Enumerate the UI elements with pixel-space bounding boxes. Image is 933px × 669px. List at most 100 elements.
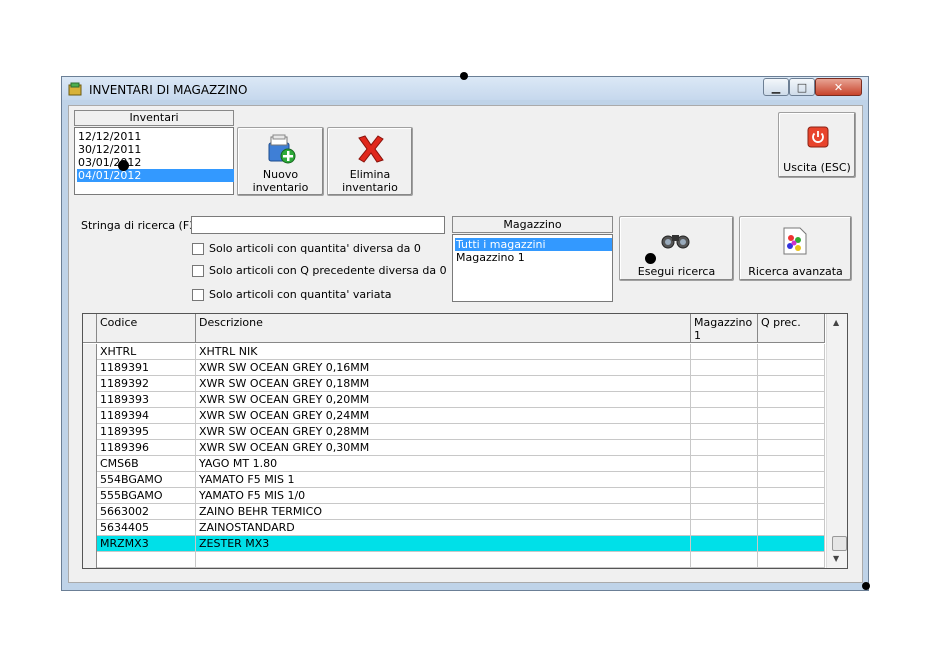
cell-magazzino1[interactable] (691, 424, 758, 440)
cell-descrizione[interactable]: XWR SW OCEAN GREY 0,24MM (196, 408, 691, 424)
table-row[interactable]: 1189394 XWR SW OCEAN GREY 0,24MM (83, 408, 825, 424)
cell-descrizione[interactable]: YAGO MT 1.80 (196, 456, 691, 472)
table-row[interactable]: 1189396 XWR SW OCEAN GREY 0,30MM (83, 440, 825, 456)
inventari-item[interactable]: 03/01/2012 (77, 156, 234, 169)
magazzino-header: Magazzino (452, 216, 613, 233)
cell-codice[interactable]: 1189391 (97, 360, 196, 376)
column-header-descrizione[interactable]: Descrizione (196, 314, 691, 343)
cell-codice[interactable]: MRZMX3 (97, 536, 196, 552)
cell-descrizione[interactable]: XHTRL NIK (196, 344, 691, 360)
cell-descrizione[interactable]: ZAINOSTANDARD (196, 520, 691, 536)
magazzino-item[interactable]: Magazzino 1 (455, 251, 612, 264)
elimina-inventario-button[interactable]: Elimina inventario (327, 127, 413, 196)
cell-q-prec[interactable] (758, 408, 825, 424)
table-row[interactable]: 1189395 XWR SW OCEAN GREY 0,28MM (83, 424, 825, 440)
cell-magazzino1[interactable] (691, 392, 758, 408)
cell-q-prec[interactable] (758, 536, 825, 552)
nuovo-inventario-button[interactable]: Nuovo inventario (237, 127, 324, 196)
cell-codice[interactable]: 1189393 (97, 392, 196, 408)
cell-magazzino1[interactable] (691, 456, 758, 472)
cell-magazzino1[interactable] (691, 376, 758, 392)
scroll-down-arrow[interactable]: ▼ (833, 554, 839, 563)
cell-magazzino1[interactable] (691, 344, 758, 360)
table-row-selected[interactable]: MRZMX3 ZESTER MX3 (83, 536, 825, 552)
cell-q-prec[interactable] (758, 456, 825, 472)
cell-magazzino1[interactable] (691, 408, 758, 424)
table-row[interactable]: 1189392 XWR SW OCEAN GREY 0,18MM (83, 376, 825, 392)
table-row[interactable]: 1189393 XWR SW OCEAN GREY 0,20MM (83, 392, 825, 408)
cell-magazzino1[interactable] (691, 504, 758, 520)
cell-codice[interactable]: 5634405 (97, 520, 196, 536)
cell-codice[interactable]: 554BGAMO (97, 472, 196, 488)
checkbox-q-precedente[interactable] (192, 265, 204, 277)
cell-magazzino1[interactable] (691, 360, 758, 376)
cell-codice[interactable]: 1189396 (97, 440, 196, 456)
column-header-codice[interactable]: Codice (97, 314, 196, 343)
search-input[interactable] (191, 216, 445, 234)
maximize-button[interactable]: □ (789, 78, 815, 96)
close-button[interactable]: ✕ (815, 78, 862, 96)
table-row[interactable]: CMS6B YAGO MT 1.80 (83, 456, 825, 472)
cell-q-prec[interactable] (758, 392, 825, 408)
cell-codice[interactable]: 1189395 (97, 424, 196, 440)
checkbox-quantita-diversa[interactable] (192, 243, 204, 255)
esegui-ricerca-button[interactable]: Esegui ricerca (619, 216, 734, 281)
cell-codice[interactable]: 1189394 (97, 408, 196, 424)
inventari-item[interactable]: 12/12/2011 (77, 130, 234, 143)
cell-q-prec[interactable] (758, 520, 825, 536)
cell-descrizione[interactable]: XWR SW OCEAN GREY 0,30MM (196, 440, 691, 456)
cell-q-prec[interactable] (758, 504, 825, 520)
cell-descrizione[interactable]: ZESTER MX3 (196, 536, 691, 552)
cell-descrizione[interactable]: XWR SW OCEAN GREY 0,16MM (196, 360, 691, 376)
column-header-magazzino1[interactable]: Magazzino 1 (691, 314, 758, 343)
cell-descrizione[interactable]: ZAINO BEHR TERMICO (196, 504, 691, 520)
table-row[interactable]: 5663002 ZAINO BEHR TERMICO (83, 504, 825, 520)
checkbox-quantita-variata[interactable] (192, 289, 204, 301)
cell-magazzino1[interactable] (691, 472, 758, 488)
vertical-scrollbar[interactable]: ▲ ▼ (826, 314, 847, 568)
inventari-item-selected[interactable]: 04/01/2012 (77, 169, 234, 182)
cell-q-prec[interactable] (758, 552, 825, 568)
scroll-up-arrow[interactable]: ▲ (833, 318, 839, 327)
cell-codice[interactable] (97, 552, 196, 568)
cell-magazzino1[interactable] (691, 440, 758, 456)
magazzino-list[interactable]: Tutti i magazzini Magazzino 1 (452, 234, 613, 302)
cell-q-prec[interactable] (758, 472, 825, 488)
table-row[interactable]: XHTRL XHTRL NIK (83, 344, 825, 360)
table-row[interactable]: 554BGAMO YAMATO F5 MIS 1 (83, 472, 825, 488)
cell-descrizione[interactable]: XWR SW OCEAN GREY 0,18MM (196, 376, 691, 392)
cell-descrizione[interactable]: YAMATO F5 MIS 1/0 (196, 488, 691, 504)
cell-descrizione[interactable]: YAMATO F5 MIS 1 (196, 472, 691, 488)
cell-magazzino1[interactable] (691, 536, 758, 552)
scrollbar-thumb[interactable] (832, 536, 847, 551)
row-indicator (83, 392, 97, 408)
cell-magazzino1[interactable] (691, 488, 758, 504)
cell-magazzino1[interactable] (691, 552, 758, 568)
table-row[interactable]: 555BGAMO YAMATO F5 MIS 1/0 (83, 488, 825, 504)
cell-q-prec[interactable] (758, 376, 825, 392)
cell-q-prec[interactable] (758, 488, 825, 504)
magazzino-item-selected[interactable]: Tutti i magazzini (455, 238, 612, 251)
cell-q-prec[interactable] (758, 344, 825, 360)
minimize-button[interactable]: ▁ (763, 78, 789, 96)
table-row[interactable]: 5634405 ZAINOSTANDARD (83, 520, 825, 536)
cell-codice[interactable]: XHTRL (97, 344, 196, 360)
cell-descrizione[interactable]: XWR SW OCEAN GREY 0,28MM (196, 424, 691, 440)
uscita-button[interactable]: Uscita (ESC) (778, 112, 856, 178)
cell-magazzino1[interactable] (691, 520, 758, 536)
cell-q-prec[interactable] (758, 424, 825, 440)
table-row[interactable] (83, 552, 825, 568)
inventari-list[interactable]: 12/12/2011 30/12/2011 03/01/2012 04/01/2… (74, 127, 234, 195)
cell-q-prec[interactable] (758, 440, 825, 456)
cell-codice[interactable]: 1189392 (97, 376, 196, 392)
cell-descrizione[interactable]: XWR SW OCEAN GREY 0,20MM (196, 392, 691, 408)
cell-descrizione[interactable] (196, 552, 691, 568)
cell-codice[interactable]: CMS6B (97, 456, 196, 472)
inventari-item[interactable]: 30/12/2011 (77, 143, 234, 156)
cell-codice[interactable]: 555BGAMO (97, 488, 196, 504)
cell-q-prec[interactable] (758, 360, 825, 376)
ricerca-avanzata-button[interactable]: Ricerca avanzata (739, 216, 852, 281)
cell-codice[interactable]: 5663002 (97, 504, 196, 520)
column-header-q-prec[interactable]: Q prec. (758, 314, 825, 343)
table-row[interactable]: 1189391 XWR SW OCEAN GREY 0,16MM (83, 360, 825, 376)
